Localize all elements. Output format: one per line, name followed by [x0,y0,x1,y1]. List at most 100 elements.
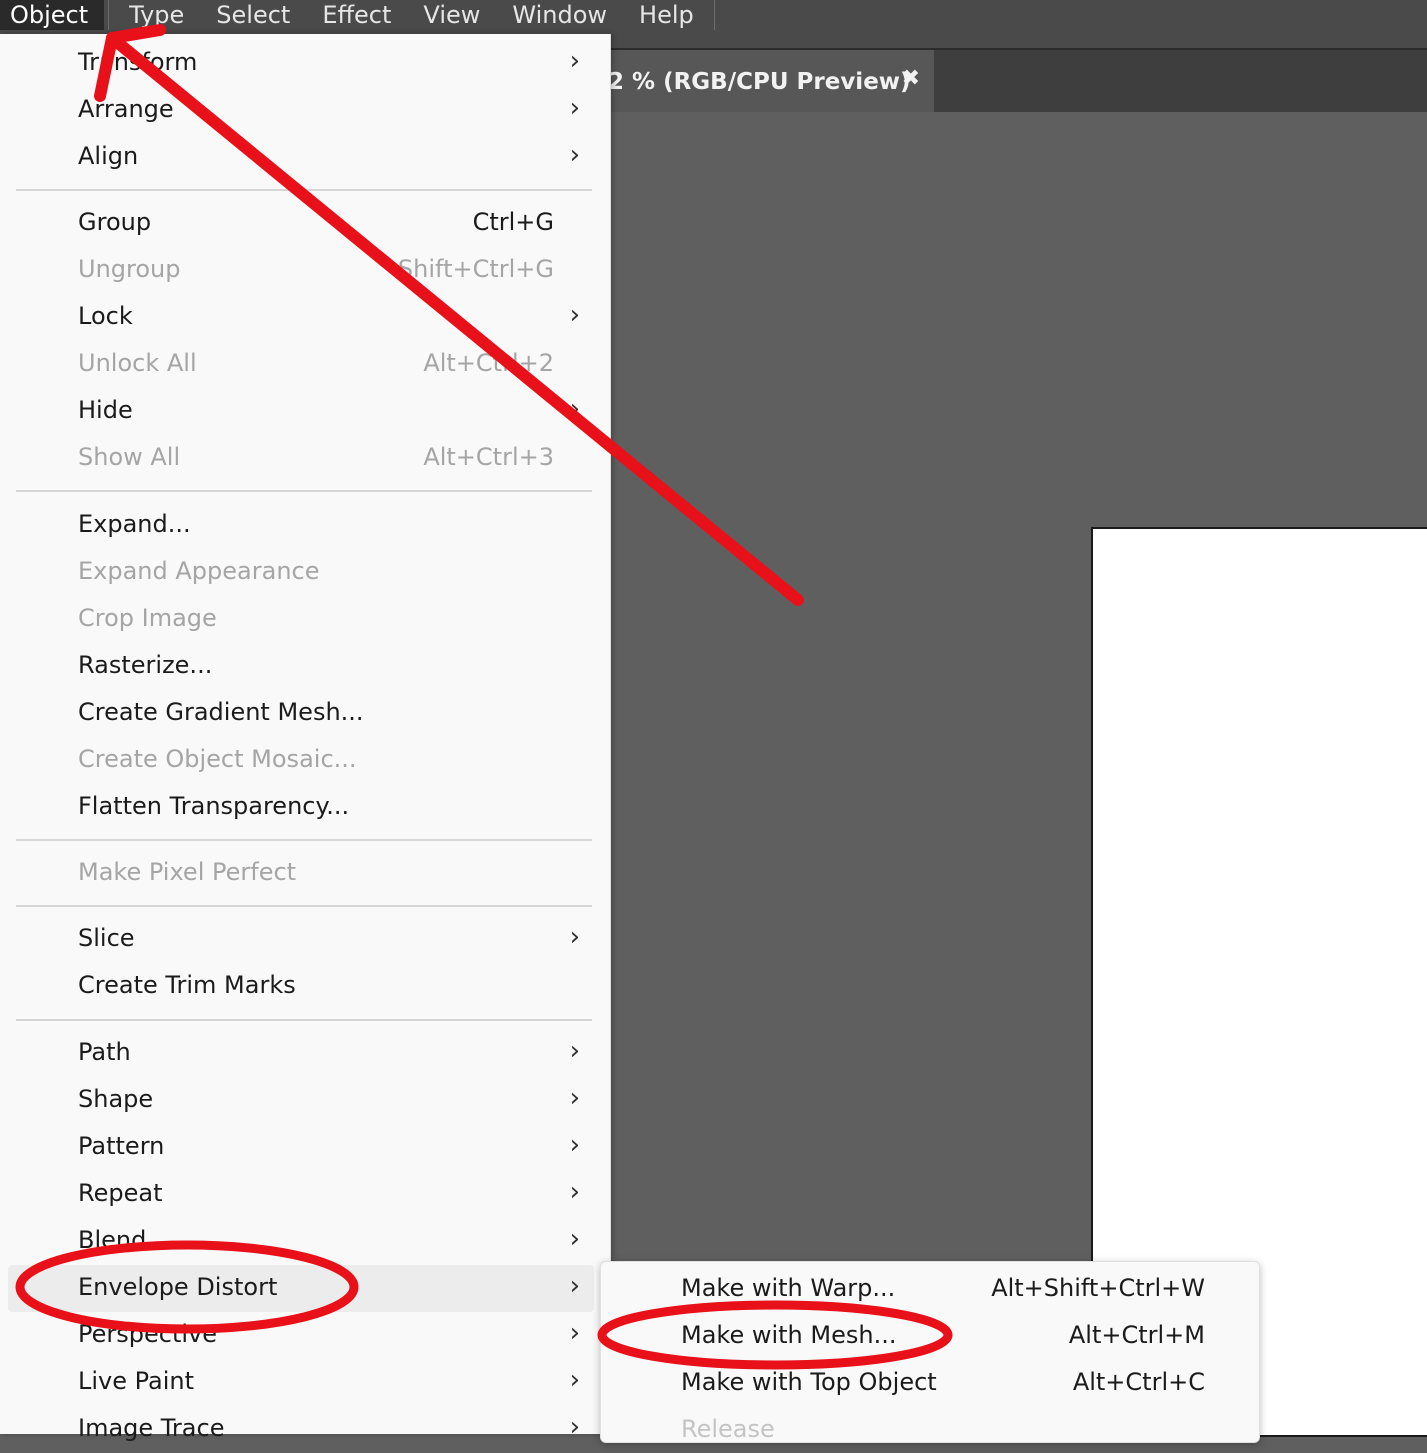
menu-item-label: Make Pixel Perfect [78,858,297,886]
menu-divider [16,1019,592,1021]
chevron-right-icon: › [569,1318,580,1348]
menu-item-envelope-distort[interactable]: Envelope Distort › [8,1265,594,1312]
menu-item-label: Pattern [78,1132,165,1160]
menu-item-unlock-all[interactable]: Unlock All Alt+Ctrl+2 [8,341,594,388]
chevron-right-icon: › [569,1177,580,1207]
menu-item-label: Flatten Transparency... [78,792,350,820]
chevron-right-icon: › [569,46,580,76]
menu-item-hide[interactable]: Hide › [8,388,594,435]
menu-item-path[interactable]: Path › [8,1030,594,1077]
menu-item-label: Slice [78,924,135,952]
menu-item-perspective[interactable]: Perspective › [8,1312,594,1359]
menu-item-rasterize[interactable]: Rasterize... [8,643,594,690]
chevron-right-icon: › [569,93,580,123]
menu-item-label: Align [78,142,139,170]
menu-item-label: Repeat [78,1179,163,1207]
chevron-right-icon: › [569,300,580,330]
submenu-item-make-with-top-object[interactable]: Make with Top Object Alt+Ctrl+C [601,1356,1259,1403]
submenu-item-label: Make with Warp... [681,1274,896,1302]
submenu-item-make-with-warp[interactable]: Make with Warp... Alt+Shift+Ctrl+W [601,1262,1259,1309]
menu-item-label: Crop Image [78,604,217,632]
menu-item-arrange[interactable]: Arrange › [8,87,594,134]
menu-item-group[interactable]: Group Ctrl+G [8,200,594,247]
menu-item-blend[interactable]: Blend › [8,1218,594,1265]
submenu-item-shortcut: Alt+Ctrl+M [1068,1321,1205,1349]
menu-item-label: Envelope Distort [78,1273,278,1301]
menu-item-label: Show All [78,443,181,471]
menu-window[interactable]: Window [496,0,623,30]
menu-item-repeat[interactable]: Repeat › [8,1171,594,1218]
submenu-item-label: Make with Mesh... [681,1321,897,1349]
object-menu-dropdown: Transform › Arrange › Align › Group Ctrl… [0,34,611,1442]
menu-item-show-all[interactable]: Show All Alt+Ctrl+3 [8,435,594,482]
menu-item-shortcut: Alt+Ctrl+3 [423,443,554,471]
menu-item-transform[interactable]: Transform › [8,40,594,87]
menu-item-label: Blend [78,1226,147,1254]
menu-item-label: Rasterize... [78,651,213,679]
menu-item-label: Expand... [78,510,191,538]
chevron-right-icon: › [569,394,580,424]
menu-item-expand-appearance[interactable]: Expand Appearance [8,549,594,596]
menu-item-shape[interactable]: Shape › [8,1077,594,1124]
chevron-right-icon: › [569,1271,580,1301]
menu-item-live-paint[interactable]: Live Paint › [8,1359,594,1406]
chevron-right-icon: › [569,1130,580,1160]
menu-item-expand[interactable]: Expand... [8,502,594,549]
menu-item-label: Live Paint [78,1367,195,1395]
menu-item-pattern[interactable]: Pattern › [8,1124,594,1171]
document-tab-title: 2 % (RGB/CPU Preview) [608,69,911,95]
menu-item-crop-image[interactable]: Crop Image [8,596,594,643]
menu-divider [16,490,592,492]
submenu-item-label: Release [681,1415,775,1443]
menu-effect[interactable]: Effect [306,0,407,30]
menu-type[interactable]: Type [113,0,200,30]
menu-item-label: Shape [78,1085,154,1113]
menu-item-create-trim-marks[interactable]: Create Trim Marks [8,963,594,1010]
chevron-right-icon: › [569,140,580,170]
menu-item-shortcut: Alt+Ctrl+2 [423,349,554,377]
menu-item-slice[interactable]: Slice › [8,916,594,963]
submenu-item-label: Make with Top Object [681,1368,937,1396]
menu-item-image-trace[interactable]: Image Trace › [8,1406,594,1453]
menu-item-label: Lock [78,302,133,330]
menu-item-label: Create Gradient Mesh... [78,698,364,726]
submenu-item-shortcut: Alt+Shift+Ctrl+W [991,1274,1205,1302]
menu-separator [713,0,715,30]
menu-item-make-pixel-perfect[interactable]: Make Pixel Perfect [8,850,594,897]
chevron-right-icon: › [569,1224,580,1254]
menu-item-ungroup[interactable]: Ungroup Shift+Ctrl+G [8,247,594,294]
chevron-right-icon: › [569,1412,580,1442]
menu-item-align[interactable]: Align › [8,134,594,181]
menu-item-label: Transform [78,48,198,76]
submenu-item-make-with-mesh[interactable]: Make with Mesh... Alt+Ctrl+M [601,1309,1259,1356]
envelope-distort-submenu: Make with Warp... Alt+Shift+Ctrl+W Make … [600,1261,1260,1443]
menu-item-shortcut: Ctrl+G [472,208,554,236]
menu-item-flatten-transparency[interactable]: Flatten Transparency... [8,784,594,831]
chevron-right-icon: › [569,922,580,952]
menu-view[interactable]: View [407,0,496,30]
menu-help[interactable]: Help [623,0,710,30]
chevron-right-icon: › [569,1083,580,1113]
close-icon[interactable]: ✖ [902,66,920,91]
menu-item-label: Arrange [78,95,174,123]
menu-item-label: Create Object Mosaic... [78,745,357,773]
menu-divider [16,839,592,841]
menu-item-create-object-mosaic[interactable]: Create Object Mosaic... [8,737,594,784]
menu-select[interactable]: Select [200,0,306,30]
menu-item-label: Image Trace [78,1414,225,1442]
menu-item-label: Create Trim Marks [78,971,296,999]
menu-separator [108,0,110,30]
menu-item-label: Hide [78,396,133,424]
chevron-right-icon: › [569,1036,580,1066]
menu-item-label: Ungroup [78,255,181,283]
menu-object[interactable]: Object [0,0,105,30]
chevron-right-icon: › [569,1365,580,1395]
menu-divider [16,189,592,191]
menu-item-label: Path [78,1038,131,1066]
menu-item-label: Expand Appearance [78,557,320,585]
menu-item-shortcut: Shift+Ctrl+G [397,255,554,283]
menu-item-create-gradient-mesh[interactable]: Create Gradient Mesh... [8,690,594,737]
menu-item-label: Perspective [78,1320,217,1348]
menu-item-lock[interactable]: Lock › [8,294,594,341]
document-tab[interactable]: 2 % (RGB/CPU Preview) ✖ [598,50,934,114]
